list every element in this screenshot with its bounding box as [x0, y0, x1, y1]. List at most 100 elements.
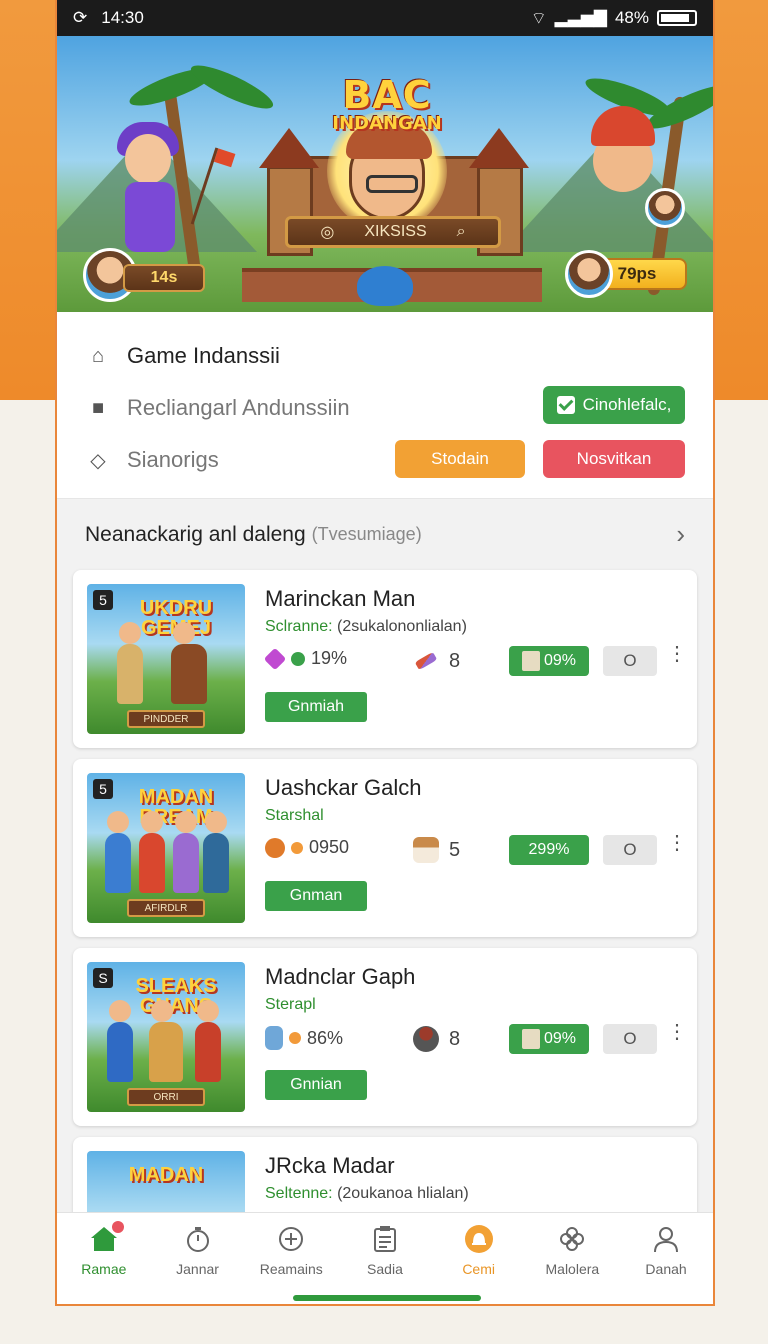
toggle-button[interactable]: O	[603, 1024, 657, 1054]
thumb-footer: ORRI	[127, 1088, 205, 1106]
game-name: JRcka Madar	[265, 1153, 395, 1178]
character-figure	[149, 1000, 183, 1082]
spark-icon	[291, 841, 303, 854]
signal-icon: ▂▃▅▇	[554, 8, 607, 27]
sync-icon: ⟳	[73, 8, 88, 27]
chest-icon	[413, 837, 439, 863]
nav-timer[interactable]: Jannar	[158, 1223, 238, 1304]
game-subtitle: Seltenne: (2oukanoa hlialan)	[265, 1185, 469, 1203]
plus-circle-icon	[275, 1223, 307, 1255]
status-bar: ⟳ 14:30 ⌔ ▂▃▅▇ 48%	[57, 0, 713, 36]
progress-badge: 09%	[509, 646, 589, 676]
thumb-footer: PINDDER	[127, 710, 205, 728]
game-subtitle: Starshal	[265, 807, 324, 825]
more-options-icon[interactable]: ⋮	[667, 1022, 687, 1042]
game-card[interactable]: S SLEAKS GNANS ORRI Madnclar Gaph Sterap…	[73, 948, 697, 1126]
section-header[interactable]: Neanackarig anl daleng (Tvesumiage) ›	[57, 498, 713, 570]
menu-label: Game Indanssii	[127, 343, 280, 368]
nav-profile[interactable]: Danah	[626, 1223, 706, 1304]
game-subtitle: Sclranne: (2sukalononlialan)	[265, 618, 467, 636]
stat-coins: 0950	[265, 837, 349, 858]
hero-banner[interactable]: BAC INDANGAN ◎ XIKSISS ⌕ 14s 79ps	[57, 36, 713, 312]
menu-label: Sianorigs	[127, 447, 219, 472]
plaque-text: XIKSISS	[364, 223, 427, 240]
stat-potions: 86%	[265, 1026, 343, 1050]
home-indicator[interactable]	[293, 1295, 481, 1301]
nav-flower[interactable]: Malolera	[532, 1223, 612, 1304]
game-thumbnail[interactable]: S SLEAKS GNANS ORRI	[87, 962, 245, 1112]
gem-icon	[263, 647, 287, 670]
character-figure	[107, 1000, 133, 1082]
toggle-button[interactable]: O	[603, 835, 657, 865]
battery-percent: 48%	[614, 8, 649, 27]
game-thumbnail[interactable]: 5 UKDRU GEMEJ PINDDER	[87, 584, 245, 734]
player-avatar-right[interactable]	[565, 250, 613, 298]
lantern-icon	[413, 1026, 439, 1052]
app-window: ⟳ 14:30 ⌔ ▂▃▅▇ 48% BAC INDANGAN ◎ XIKSIS…	[55, 0, 715, 1306]
stat-lanterns: 8	[413, 1026, 460, 1052]
left-score-pill: 14s	[123, 264, 205, 292]
blue-slime	[357, 266, 413, 306]
game-card[interactable]: 5 UKDRU GEMEJ PINDDER Marinckan Man Sclr…	[73, 570, 697, 748]
stat-value: 0950	[309, 837, 350, 857]
nav-label: Jannar	[176, 1261, 219, 1277]
nav-tasks[interactable]: Sadia	[345, 1223, 425, 1304]
spark-icon	[289, 1032, 301, 1044]
search-icon: ⌕	[456, 223, 466, 240]
thumb-badge: 5	[93, 590, 113, 610]
primary-button[interactable]: Stodain	[395, 440, 525, 478]
more-options-icon[interactable]: ⋮	[667, 644, 687, 664]
stat-value: 8	[449, 1027, 461, 1050]
play-button[interactable]: Gnnian	[265, 1070, 367, 1100]
leaf-icon	[291, 651, 305, 666]
home-icon: ⌂	[91, 344, 105, 367]
scroll-icon	[521, 1029, 540, 1049]
character-figure	[195, 1000, 221, 1082]
toggle-button[interactable]: O	[603, 646, 657, 676]
secondary-button[interactable]: Nosvitkan	[543, 440, 685, 478]
menu-item-game[interactable]: ⌂ Game Indanssii	[85, 330, 685, 382]
menu-label: Recliangarl Andunssiin	[127, 395, 350, 420]
wifi-icon: ⌔	[530, 8, 547, 28]
section-subtitle: (Tvesumiage)	[311, 524, 422, 544]
nav-home[interactable]: Ramae	[64, 1221, 144, 1304]
banner-plaque[interactable]: ◎ XIKSISS ⌕	[285, 216, 501, 248]
character-figure	[203, 811, 229, 893]
game-thumbnail[interactable]: 5 MADAN BREAM AFIRDLR	[87, 773, 245, 923]
stat-tools: 8	[413, 648, 460, 674]
check-icon	[556, 396, 575, 414]
thumb-footer: AFIRDLR	[127, 899, 205, 917]
subtitle-label: Starshal	[265, 807, 324, 824]
nav-label: Ramae	[81, 1261, 127, 1277]
thumb-badge: 5	[93, 779, 113, 799]
friend-avatar[interactable]	[645, 188, 685, 228]
warrior-girl	[107, 116, 187, 256]
bell-icon	[463, 1223, 495, 1255]
potion-icon	[265, 1026, 283, 1050]
confirm-button[interactable]: Cinohlefalc,	[543, 386, 685, 424]
play-button[interactable]: Gnman	[265, 881, 367, 911]
stat-chests: 5	[413, 837, 460, 863]
stopwatch-icon	[182, 1223, 214, 1255]
nav-add[interactable]: Reamains	[251, 1223, 331, 1304]
more-options-icon[interactable]: ⋮	[667, 833, 687, 853]
character-figure	[171, 622, 207, 704]
shield-icon: ◇	[90, 449, 106, 472]
character-figure	[117, 622, 143, 704]
game-subtitle: Sterapl	[265, 996, 316, 1014]
crayon-icon	[414, 651, 438, 671]
nav-alerts[interactable]: Cemi	[439, 1223, 519, 1304]
palm-leaf	[186, 58, 278, 116]
logo-line1: BAC	[342, 73, 432, 117]
subtitle-label: Sclranne:	[265, 618, 333, 635]
stat-value: 86%	[307, 1027, 344, 1048]
progress-value: 09%	[543, 1030, 577, 1047]
bottom-navigation: Ramae Jannar Reamains Sadia Cemi Maloler…	[57, 1212, 713, 1304]
game-name: Madnclar Gaph	[265, 964, 416, 989]
nav-label: Cemi	[462, 1261, 495, 1277]
progress-badge: 299%	[509, 835, 589, 865]
play-button[interactable]: Gnmiah	[265, 692, 367, 722]
tower-roof	[469, 128, 529, 168]
progress-value: 299%	[528, 841, 570, 858]
game-card[interactable]: 5 MADAN BREAM AFIRDLR Uashckar Galch Sta…	[73, 759, 697, 937]
